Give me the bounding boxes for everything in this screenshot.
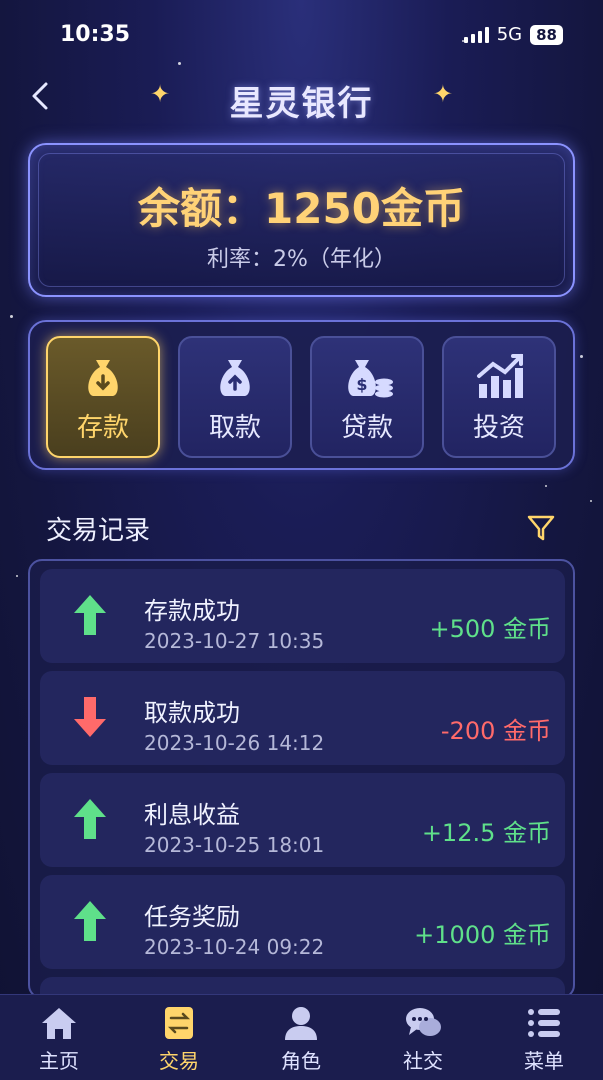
balance-card: 余额：1250金币 利率：2%（年化） — [28, 143, 575, 297]
withdraw-label: 取款 — [208, 413, 261, 443]
transaction-title: 任务奖励 — [144, 903, 240, 931]
background-star — [16, 575, 18, 577]
transactions-title: 交易记录 — [46, 516, 151, 546]
transaction-row[interactable]: 利息收益 2023-10-25 18:01 +12.5 金币 — [40, 773, 565, 867]
withdraw-button[interactable]: 取款 — [178, 336, 292, 458]
status-indicators: 5G 88 — [463, 24, 563, 45]
nav-social[interactable]: 社交 — [378, 1005, 468, 1074]
transaction-date: 2023-10-26 14:12 — [144, 731, 325, 755]
action-panel: 存款 取款 $ 贷款 投资 — [28, 320, 575, 470]
invest-button[interactable]: 投资 — [442, 336, 556, 458]
transaction-row[interactable]: 任务奖励 2023-10-24 09:22 +1000 金币 — [40, 875, 565, 969]
bottom-nav: 主页 交易 角色 社交 菜单 — [0, 994, 603, 1080]
arrow-down-icon — [74, 697, 106, 737]
nav-transaction[interactable]: 交易 — [134, 1005, 224, 1074]
transaction-amount: -200 金币 — [440, 717, 551, 745]
background-star — [580, 355, 583, 358]
filter-icon — [527, 515, 555, 541]
transaction-list: 存款成功 2023-10-27 10:35 +500 金币 取款成功 2023-… — [28, 559, 575, 999]
transaction-icon — [165, 1007, 193, 1039]
chart-up-icon — [477, 354, 523, 398]
sparkle-icon: ✦ — [432, 80, 453, 108]
loan-label: 贷款 — [340, 413, 393, 443]
money-bag-down-icon — [88, 360, 118, 396]
invest-label: 投资 — [472, 413, 525, 443]
deposit-button[interactable]: 存款 — [46, 336, 160, 458]
loan-button[interactable]: $ 贷款 — [310, 336, 424, 458]
transaction-title: 取款成功 — [144, 699, 240, 727]
app-header: ✦ 星灵银行 ✦ — [0, 70, 603, 126]
nav-home[interactable]: 主页 — [14, 1005, 104, 1074]
transaction-date: 2023-10-24 09:22 — [144, 935, 325, 959]
person-icon — [285, 1007, 317, 1040]
svg-text:$: $ — [356, 375, 367, 394]
arrow-up-icon — [74, 799, 106, 839]
transaction-title: 存款成功 — [144, 597, 240, 625]
filter-button[interactable] — [525, 512, 557, 544]
transaction-date: 2023-10-27 10:35 — [144, 629, 325, 653]
transaction-amount: +12.5 金币 — [421, 819, 551, 847]
nav-transaction-label: 交易 — [159, 1049, 199, 1073]
status-bar: 10:35 5G 88 — [0, 0, 603, 70]
deposit-label: 存款 — [76, 413, 129, 443]
transaction-row[interactable]: 存款成功 2023-10-27 10:35 +500 金币 — [40, 569, 565, 663]
transaction-amount: +500 金币 — [429, 615, 551, 643]
transaction-amount: +1000 金币 — [414, 921, 551, 949]
nav-character[interactable]: 角色 — [256, 1005, 346, 1074]
background-star — [590, 500, 592, 502]
arrow-up-icon — [74, 901, 106, 941]
money-bag-coins-icon: $ — [348, 360, 393, 398]
transaction-date: 2023-10-25 18:01 — [144, 833, 325, 857]
nav-character-label: 角色 — [281, 1049, 321, 1073]
interest-rate: 利率：2%（年化） — [207, 247, 396, 272]
transaction-title: 利息收益 — [144, 801, 240, 829]
signal-icon — [463, 26, 489, 43]
money-bag-up-icon — [220, 360, 250, 396]
chat-icon — [406, 1008, 441, 1036]
status-time: 10:35 — [60, 22, 131, 47]
home-icon — [42, 1008, 76, 1039]
transaction-row[interactable]: 取款成功 2023-10-26 14:12 -200 金币 — [40, 671, 565, 765]
battery-icon: 88 — [530, 24, 563, 45]
nav-menu-label: 菜单 — [524, 1049, 564, 1073]
nav-menu[interactable]: 菜单 — [499, 1005, 589, 1074]
background-star — [10, 315, 13, 318]
network-type: 5G — [496, 24, 523, 45]
nav-social-label: 社交 — [403, 1049, 443, 1073]
menu-list-icon — [528, 1009, 560, 1037]
arrow-up-icon — [74, 595, 106, 635]
balance-amount: 余额：1250金币 — [138, 184, 465, 233]
nav-home-label: 主页 — [39, 1049, 79, 1073]
background-star — [545, 485, 547, 487]
page-title: 星灵银行 — [229, 84, 374, 124]
